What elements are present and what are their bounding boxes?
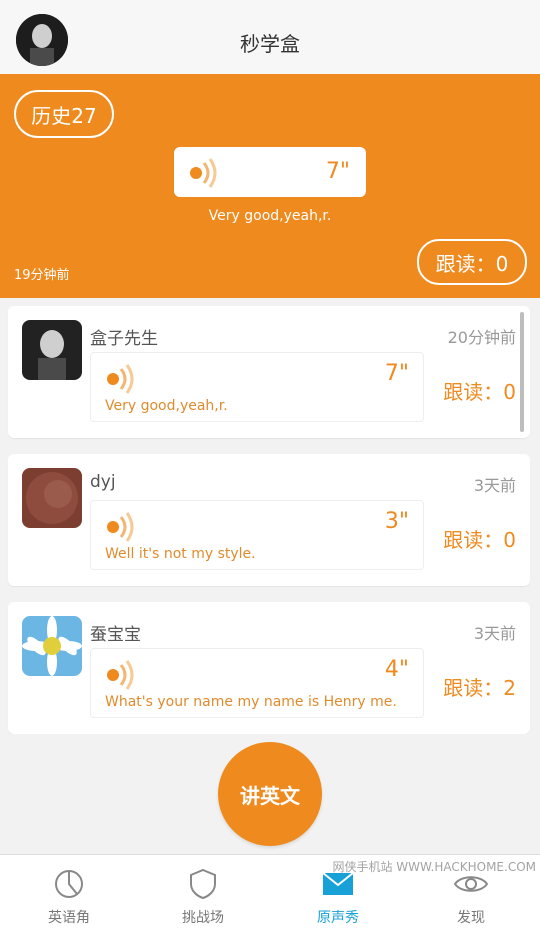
nav-item-discover[interactable]: 发现 bbox=[416, 867, 526, 927]
audio-wave-icon bbox=[107, 364, 134, 394]
recording-sentence: Very good,yeah,r. bbox=[105, 398, 228, 414]
current-recording-banner: 历史27 7" Very good,yeah,r. 19分钟前 跟读：0 bbox=[0, 74, 540, 298]
audio-duration: 7" bbox=[384, 361, 409, 386]
feed-card[interactable]: dyj 3天前 3" Well it's not my style. 跟读：0 bbox=[8, 454, 530, 586]
nav-label: 原声秀 bbox=[317, 910, 359, 926]
nav-label: 发现 bbox=[457, 910, 485, 926]
page-title: 秒学盒 bbox=[240, 32, 300, 56]
nav-label: 英语角 bbox=[48, 910, 90, 926]
audio-wave-icon bbox=[107, 512, 134, 542]
audio-wave-icon bbox=[107, 660, 134, 690]
speak-english-button[interactable]: 讲英文 bbox=[218, 742, 322, 846]
nav-item-original-show[interactable]: 原声秀 bbox=[283, 867, 393, 927]
audio-player[interactable]: 4" What's your name my name is Henry me. bbox=[90, 648, 424, 718]
follow-read-count[interactable]: 跟读：0 bbox=[443, 376, 516, 405]
audio-duration: 7" bbox=[325, 159, 350, 184]
feed-avatar[interactable] bbox=[22, 616, 82, 676]
recording-sentence: What's your name my name is Henry me. bbox=[105, 694, 397, 710]
audio-wave-icon bbox=[190, 158, 217, 188]
banner-sentence: Very good,yeah,r. bbox=[208, 208, 332, 224]
feed-scrollbar[interactable] bbox=[520, 312, 524, 432]
banner-audio-player[interactable]: 7" bbox=[174, 147, 366, 197]
recording-sentence: Well it's not my style. bbox=[105, 546, 256, 562]
audio-duration: 4" bbox=[384, 657, 409, 682]
audio-duration: 3" bbox=[384, 509, 409, 534]
shield-icon bbox=[190, 868, 216, 900]
recording-feed[interactable]: 盒子先生 20分钟前 7" Very good,yeah,r. 跟读：0 dyj… bbox=[0, 298, 540, 734]
follow-read-count[interactable]: 跟读：0 bbox=[443, 524, 516, 553]
feed-avatar[interactable] bbox=[22, 320, 82, 380]
follow-read-count[interactable]: 跟读：2 bbox=[443, 672, 516, 701]
chart-pie-icon bbox=[55, 870, 83, 898]
post-time: 3天前 bbox=[473, 476, 516, 495]
author-name: 盒子先生 bbox=[90, 329, 158, 349]
author-name: dyj bbox=[90, 472, 116, 492]
avatar-image bbox=[22, 468, 82, 528]
audio-player[interactable]: 7" Very good,yeah,r. bbox=[90, 352, 424, 422]
nav-item-english-corner[interactable]: 英语角 bbox=[14, 867, 124, 927]
banner-timestamp: 19分钟前 bbox=[14, 268, 70, 283]
feed-card[interactable]: 盒子先生 20分钟前 7" Very good,yeah,r. 跟读：0 bbox=[8, 306, 530, 438]
banner-follow-read-button[interactable]: 跟读：0 bbox=[417, 239, 527, 285]
feed-avatar[interactable] bbox=[22, 468, 82, 528]
post-time: 3天前 bbox=[473, 624, 516, 643]
nav-item-challenge[interactable]: 挑战场 bbox=[148, 867, 258, 927]
avatar-image bbox=[22, 616, 82, 676]
nav-label: 挑战场 bbox=[182, 910, 224, 926]
author-name: 蚕宝宝 bbox=[90, 625, 141, 645]
watermark: 网侠手机站 WWW.HACKHOME.COM bbox=[332, 860, 536, 874]
avatar-image bbox=[22, 320, 82, 380]
top-bar: 秒学盒 bbox=[0, 0, 540, 75]
history-button[interactable]: 历史27 bbox=[14, 90, 114, 138]
feed-card[interactable]: 蚕宝宝 3天前 4" What's your name my name is H… bbox=[8, 602, 530, 734]
post-time: 20分钟前 bbox=[447, 328, 516, 347]
audio-player[interactable]: 3" Well it's not my style. bbox=[90, 500, 424, 570]
